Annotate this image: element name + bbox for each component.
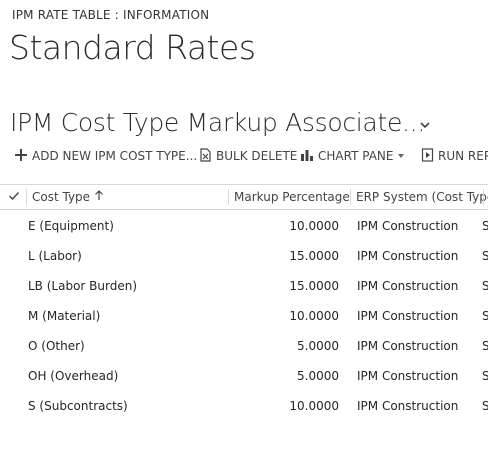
- column-header-markup-percentage[interactable]: Markup Percentage: [234, 185, 350, 209]
- table-row[interactable]: OH (Overhead) 5.0000 IPM Construction S: [0, 361, 488, 391]
- cell-cost-type[interactable]: L (Labor): [28, 241, 82, 271]
- cell-truncated: S: [482, 339, 488, 353]
- breadcrumb: IPM RATE TABLE : INFORMATION: [12, 8, 210, 22]
- cell-erp-system[interactable]: IPM Construction: [357, 361, 458, 391]
- checkmark-icon: [8, 190, 20, 205]
- view-selector-title[interactable]: IPM Cost Type Markup Associate...: [10, 108, 425, 137]
- sort-ascending-icon: [94, 190, 104, 204]
- column-label-markup-percentage: Markup Percentage: [234, 190, 350, 204]
- column-divider: [26, 189, 27, 205]
- cell-erp-system[interactable]: IPM Construction: [357, 301, 458, 331]
- cell-truncated: S: [482, 219, 488, 233]
- cell-cost-type[interactable]: M (Material): [28, 301, 100, 331]
- cell-truncated: S: [482, 279, 488, 293]
- cell-erp-system[interactable]: IPM Construction: [357, 391, 458, 421]
- bar-chart-icon: [300, 148, 314, 165]
- chart-pane-label: CHART PANE: [318, 149, 394, 163]
- cell-markup-percentage: 15.0000: [289, 279, 339, 293]
- cell-truncated: S: [482, 309, 488, 323]
- run-report-label: RUN REPO: [438, 149, 488, 163]
- run-report-button[interactable]: RUN REPO: [421, 145, 488, 167]
- command-bar: ADD NEW IPM COST TYPE... BULK DELETE CHA…: [0, 145, 488, 169]
- column-divider: [228, 189, 229, 205]
- cell-markup-percentage: 10.0000: [289, 309, 339, 323]
- table-row[interactable]: M (Material) 10.0000 IPM Construction S: [0, 301, 488, 331]
- table-row[interactable]: S (Subcontracts) 10.0000 IPM Constructio…: [0, 391, 488, 421]
- cell-cost-type[interactable]: E (Equipment): [28, 211, 114, 241]
- column-header-erp-system[interactable]: ERP System (Cost Type): [356, 185, 488, 209]
- cell-markup-percentage: 5.0000: [297, 339, 339, 353]
- cell-truncated: S: [482, 249, 488, 263]
- table-row[interactable]: O (Other) 5.0000 IPM Construction S: [0, 331, 488, 361]
- column-label-erp-system: ERP System (Cost Type): [356, 190, 488, 204]
- cell-erp-system[interactable]: IPM Construction: [357, 331, 458, 361]
- chevron-down-icon[interactable]: [419, 116, 431, 129]
- cell-cost-type[interactable]: OH (Overhead): [28, 361, 118, 391]
- cell-cost-type[interactable]: LB (Labor Burden): [28, 271, 137, 301]
- caret-down-icon: [397, 149, 405, 163]
- bulk-delete-icon: [199, 147, 212, 165]
- cell-truncated: S: [482, 369, 488, 383]
- bulk-delete-button[interactable]: BULK DELETE: [199, 145, 297, 167]
- add-new-button[interactable]: ADD NEW IPM COST TYPE...: [14, 145, 197, 167]
- plus-icon: [14, 148, 28, 165]
- table-row[interactable]: LB (Labor Burden) 15.0000 IPM Constructi…: [0, 271, 488, 301]
- report-icon: [421, 147, 434, 165]
- cell-erp-system[interactable]: IPM Construction: [357, 211, 458, 241]
- cell-erp-system[interactable]: IPM Construction: [357, 271, 458, 301]
- cell-markup-percentage: 10.0000: [289, 219, 339, 233]
- column-label-cost-type: Cost Type: [32, 190, 91, 204]
- chart-pane-button[interactable]: CHART PANE: [300, 145, 405, 167]
- table-row[interactable]: E (Equipment) 10.0000 IPM Construction S: [0, 211, 488, 241]
- cell-markup-percentage: 5.0000: [297, 369, 339, 383]
- cell-cost-type[interactable]: S (Subcontracts): [28, 391, 128, 421]
- page-title: Standard Rates: [9, 28, 256, 67]
- bulk-delete-label: BULK DELETE: [216, 149, 298, 163]
- column-divider: [483, 189, 484, 205]
- cell-truncated: S: [482, 399, 488, 413]
- grid-header: Cost Type Markup Percentage ERP System (…: [0, 184, 488, 210]
- column-divider: [350, 189, 351, 205]
- select-all-checkbox[interactable]: [8, 185, 20, 209]
- cell-cost-type[interactable]: O (Other): [28, 331, 85, 361]
- table-row[interactable]: L (Labor) 15.0000 IPM Construction S: [0, 241, 488, 271]
- cell-erp-system[interactable]: IPM Construction: [357, 241, 458, 271]
- add-new-label: ADD NEW IPM COST TYPE...: [32, 149, 198, 163]
- cell-markup-percentage: 15.0000: [289, 249, 339, 263]
- column-header-cost-type[interactable]: Cost Type: [32, 185, 104, 209]
- cell-markup-percentage: 10.0000: [289, 399, 339, 413]
